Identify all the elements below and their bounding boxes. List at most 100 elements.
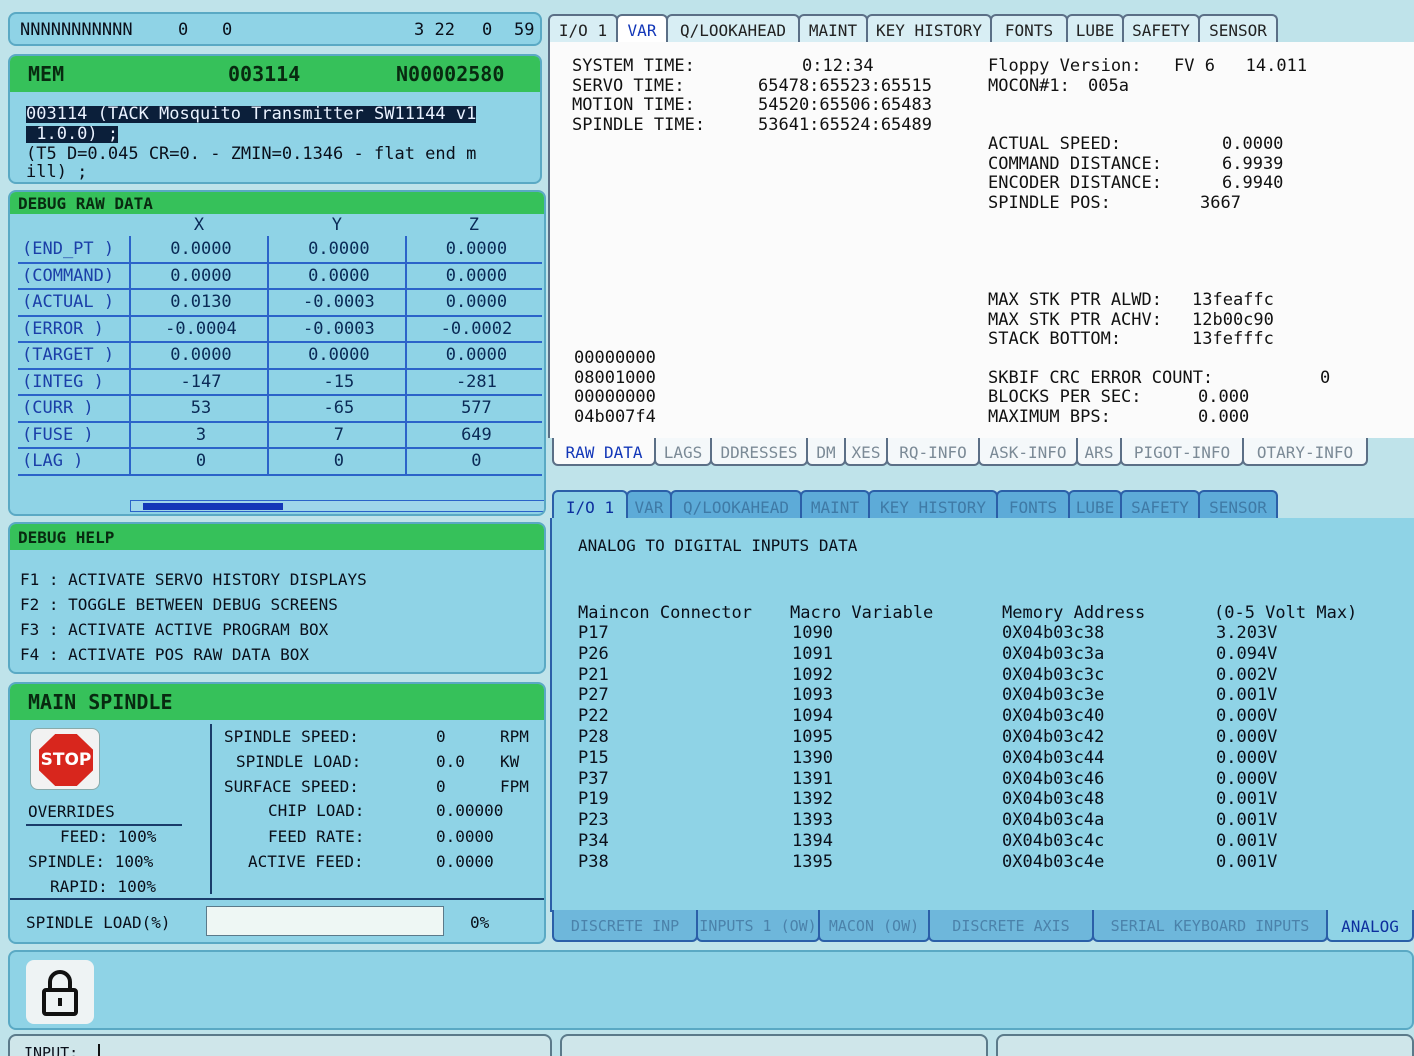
encoder-distance-value: 6.9940 — [1222, 173, 1284, 193]
system-time-value: 0:12:34 — [802, 56, 874, 76]
subtab-macon[interactable]: MACON (OW) — [818, 910, 930, 942]
cell-connector: P19 — [578, 789, 609, 810]
tab-maint[interactable]: MAINT — [798, 14, 868, 44]
tab-var[interactable]: VAR — [626, 490, 672, 520]
cell-connector: P34 — [578, 831, 609, 851]
analog-inputs-panel: ANALOG TO DIGITAL INPUTS DATA Maincon Co… — [550, 518, 1414, 912]
cell-voltage: 0.094V — [1216, 643, 1278, 664]
overrides-divider — [26, 824, 182, 826]
tab-var[interactable]: VAR — [616, 14, 668, 44]
lock-bar — [8, 950, 1414, 1030]
var-panel: SYSTEM TIME: 0:12:34 SERVO TIME: 65478:6… — [548, 42, 1414, 438]
subtab-flags[interactable]: LAGS — [654, 438, 712, 466]
program-line-1b: 1.0.0) ; — [26, 124, 119, 144]
cell-voltage: 0.001V — [1216, 685, 1278, 706]
cell-macro-variable: 1094 — [792, 706, 833, 727]
subtab-axes[interactable]: XES — [844, 438, 888, 466]
message-box — [560, 1034, 988, 1056]
spindle-speed-value: 0 — [436, 727, 446, 746]
override-rapid: RAPID: 100% — [50, 877, 156, 896]
lock-icon[interactable] — [26, 960, 94, 1024]
crc-error-label: SKBIF CRC ERROR COUNT: — [988, 368, 1214, 388]
mocon-value: 005a — [1088, 76, 1129, 96]
actual-speed-label: ACTUAL SPEED: — [988, 134, 1122, 154]
subtab-serial-keyboard[interactable]: SERIAL KEYBOARD INPUTS — [1092, 910, 1328, 942]
cell-voltage: 0.000V — [1216, 706, 1278, 727]
subtab-vars[interactable]: ARS — [1076, 438, 1122, 466]
subtab-dm[interactable]: DM — [806, 438, 846, 466]
cell-memory-address: 0X04b03c48 — [1002, 789, 1105, 810]
subtab-discrete-axis[interactable]: DISCRETE AXIS — [928, 910, 1094, 942]
debug-raw-data-panel[interactable]: DEBUG RAW DATA X Y Z (END_PT ) 0.0000 0.00… — [8, 190, 546, 516]
chip-load-value: 0.00000 — [436, 801, 504, 820]
cell-y: 0 — [267, 448, 407, 476]
cell-y: 0.0000 — [267, 342, 407, 370]
cell-memory-address: 0X04b03c38 — [1002, 623, 1105, 643]
spindle-load-bar — [206, 906, 444, 936]
debug-help-title: DEBUG HELP — [18, 528, 115, 547]
cell-x: 0.0000 — [130, 262, 269, 290]
active-program-panel[interactable]: MEM 003114 N00002580 003114 (TACK Mosqui… — [8, 54, 542, 184]
tab-safety[interactable]: SAFETY — [1120, 490, 1200, 520]
cell-connector: P37 — [578, 768, 609, 789]
motion-time-label: MOTION TIME: — [572, 95, 695, 115]
blocks-per-sec-label: BLOCKS PER SEC: — [988, 387, 1142, 407]
tab-fonts[interactable]: FONTS — [990, 14, 1068, 44]
subtab-discrete-inputs[interactable]: DISCRETE INP — [552, 910, 698, 942]
table-row: (LAG ) 0 0 0 — [18, 448, 542, 476]
subtab-inputs-1[interactable]: INPUTS 1 (OW) — [696, 910, 820, 942]
tab-lookahead[interactable]: Q/LOOKAHEAD — [670, 490, 802, 520]
tab-io1[interactable]: I/O 1 — [548, 14, 618, 44]
debug-help-header: DEBUG HELP — [10, 524, 544, 550]
spindle-time-value: 53641:65524:65489 — [758, 115, 932, 135]
tab-maint[interactable]: MAINT — [800, 490, 870, 520]
cell-connector: P38 — [578, 851, 609, 872]
scrollbar-thumb[interactable] — [143, 503, 283, 510]
tab-io1[interactable]: I/O 1 — [552, 490, 628, 520]
subtab-spigot-info[interactable]: PIGOT-INFO — [1120, 438, 1244, 466]
column-header-x: X — [193, 215, 205, 235]
floppy-version-value: FV 6 14.011 — [1174, 56, 1308, 76]
cell-macro-variable: 1394 — [792, 831, 833, 851]
horizontal-scrollbar[interactable] — [130, 500, 544, 512]
header-volt-max: (0-5 Volt Max) — [1214, 603, 1358, 623]
cell-macro-variable: 1393 — [792, 810, 833, 831]
tab-sensor[interactable]: SENSOR — [1198, 490, 1278, 520]
subtab-task-info[interactable]: ASK-INFO — [978, 438, 1078, 466]
tab-lube[interactable]: LUBE — [1066, 14, 1124, 44]
subtab-addresses[interactable]: DDRESSES — [710, 438, 808, 466]
max-stk-alwd-value: 13feaffc — [1192, 290, 1274, 310]
cell-z: 577 — [405, 395, 542, 423]
cell-voltage: 0.000V — [1216, 747, 1278, 768]
program-header: MEM 003114 N00002580 — [10, 56, 540, 92]
cell-x: 53 — [130, 395, 269, 423]
subtab-analog[interactable]: ANALOG — [1326, 910, 1414, 942]
subtab-rotary-info[interactable]: OTARY-INFO — [1242, 438, 1368, 466]
mocon-label: MOCON#1: — [988, 76, 1070, 96]
tab-key-history[interactable]: KEY HISTORY — [866, 14, 992, 44]
program-line-1: 003114 (TACK Mosquito Transmitter SW1114… — [26, 104, 477, 124]
subtab-irq-info[interactable]: RQ-INFO — [886, 438, 980, 466]
tab-sensor[interactable]: SENSOR — [1198, 14, 1278, 44]
cell-memory-address: 0X04b03c44 — [1002, 747, 1105, 768]
cell-connector: P28 — [578, 727, 609, 747]
system-time-label: SYSTEM TIME: — [572, 56, 695, 76]
tab-safety[interactable]: SAFETY — [1122, 14, 1200, 44]
tab-lube[interactable]: LUBE — [1068, 490, 1122, 520]
io-tab-bar: I/O 1 VAR Q/LOOKAHEAD MAINT KEY HISTORY … — [552, 490, 1414, 520]
tab-lookahead[interactable]: Q/LOOKAHEAD — [666, 14, 800, 44]
cell-macro-variable: 1391 — [792, 768, 833, 789]
cell-voltage: 0.000V — [1216, 768, 1278, 789]
status-value-2: 0 — [222, 20, 233, 40]
input-bar[interactable]: INPUT: — [8, 1034, 552, 1056]
tab-fonts[interactable]: FONTS — [996, 490, 1070, 520]
input-label: INPUT: — [24, 1044, 79, 1056]
spindle-pos-value: 3667 — [1200, 193, 1241, 213]
surface-speed-unit: FPM — [500, 777, 529, 796]
row-label: (END_PT ) — [18, 236, 131, 264]
table-row: (ACTUAL ) 0.0130 -0.0003 0.0000 — [18, 289, 542, 317]
active-feed-value: 0.0000 — [436, 852, 494, 871]
cell-memory-address: 0X04b03c3c — [1002, 664, 1105, 685]
tab-key-history[interactable]: KEY HISTORY — [868, 490, 998, 520]
subtab-raw-data[interactable]: RAW DATA — [552, 438, 656, 466]
